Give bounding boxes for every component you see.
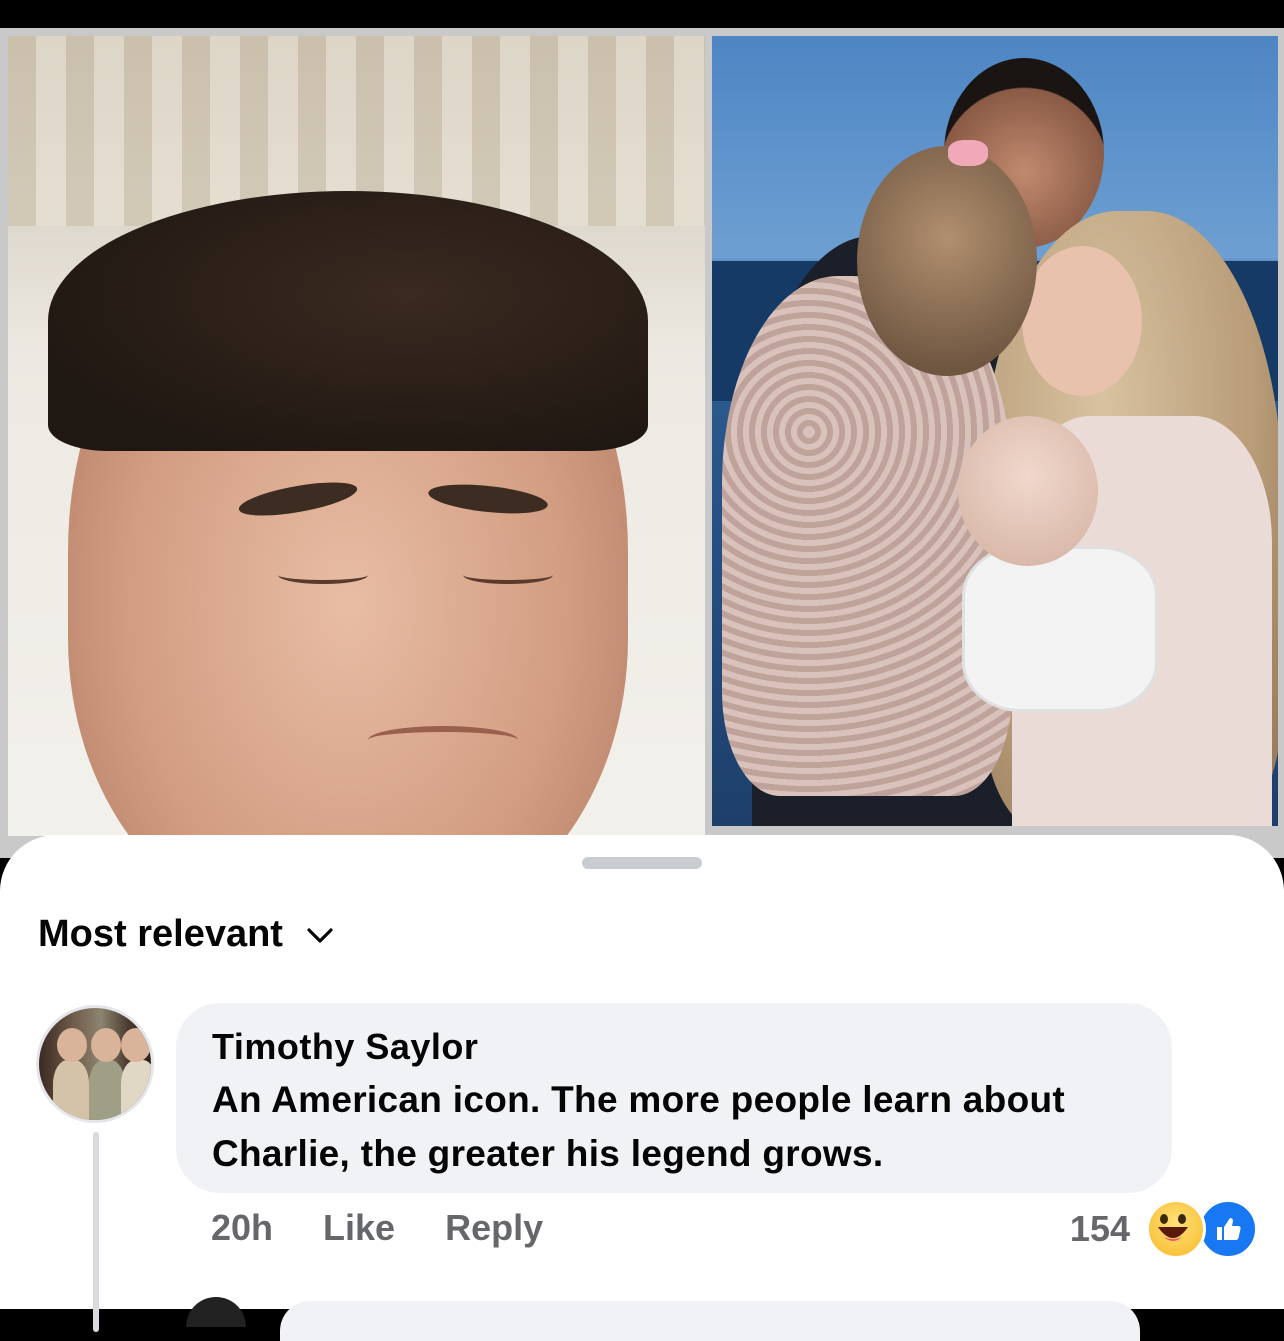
reply-thread-line [93, 1132, 99, 1332]
comment-actions: 20h Like Reply [211, 1207, 543, 1249]
avatar-face [57, 1028, 87, 1062]
avatar-person [53, 1060, 89, 1120]
comment-author[interactable]: Timothy Saylor [212, 1027, 1136, 1067]
photo-baby [962, 546, 1158, 712]
sheet-drag-handle[interactable] [582, 857, 702, 869]
next-comment-bubble[interactable] [280, 1301, 1140, 1341]
photo-mouth [368, 726, 518, 754]
next-comment-avatar[interactable] [186, 1297, 246, 1327]
like-reaction-icon [1198, 1199, 1258, 1259]
reaction-count: 154 [1069, 1208, 1130, 1249]
avatar-person [121, 1060, 151, 1120]
comment-text-line: Charlie, the greater his legend grows. [212, 1133, 884, 1174]
avatar-face [121, 1028, 151, 1062]
sort-selector[interactable]: Most relevant [38, 913, 335, 956]
reply-button[interactable]: Reply [445, 1207, 543, 1249]
post-photo-right [712, 36, 1278, 826]
post-photo-left [8, 36, 705, 836]
sort-label: Most relevant [38, 913, 283, 955]
chevron-down-icon [307, 927, 333, 943]
comment-text-line: An American icon. The more people learn … [212, 1079, 1066, 1120]
comment-text: An American icon. The more people learn … [212, 1073, 1136, 1181]
avatar-person [89, 1060, 125, 1120]
photo-hair [48, 191, 648, 451]
photo-eye [463, 566, 553, 584]
reaction-summary[interactable]: 154 [1070, 1199, 1258, 1259]
photo-girl-hair [857, 146, 1037, 376]
comment-bubble[interactable]: Timothy Saylor An American icon. The mor… [176, 1003, 1172, 1193]
avatar-face [91, 1028, 121, 1062]
post-image[interactable] [0, 28, 1284, 858]
photo-eye [278, 566, 368, 584]
comment-time[interactable]: 20h [211, 1207, 273, 1249]
photo-woman-face [1022, 246, 1142, 396]
photo-bow [948, 140, 988, 166]
like-button[interactable]: Like [323, 1207, 395, 1249]
avatar[interactable] [36, 1005, 154, 1123]
comments-sheet: Most relevant Timothy Saylor An American… [0, 835, 1284, 1341]
photo-baby-head [958, 416, 1098, 566]
haha-reaction-icon [1146, 1199, 1206, 1259]
